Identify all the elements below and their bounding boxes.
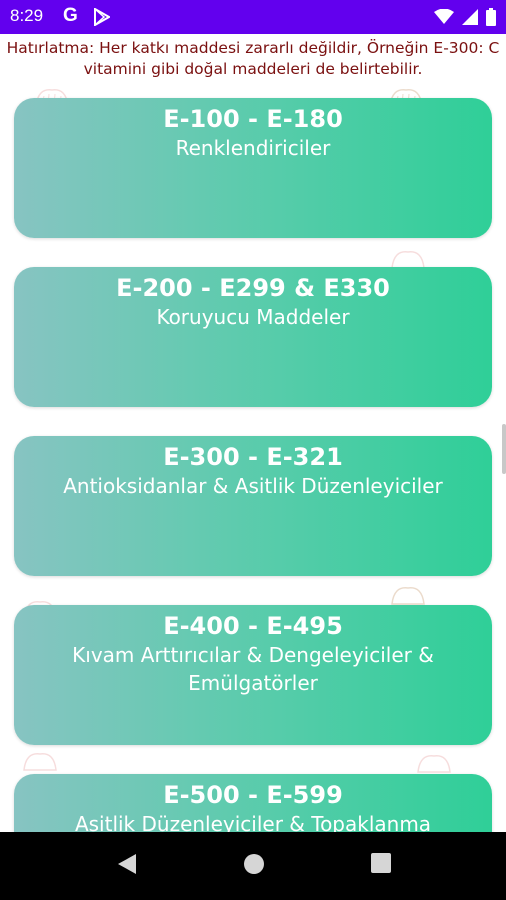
battery-icon	[486, 8, 496, 30]
category-list[interactable]: Hatırlatma: Her katkı maddesi zararlı de…	[0, 34, 506, 832]
google-icon: G	[63, 5, 78, 26]
wifi-icon	[434, 8, 454, 29]
category-range: E-100 - E-180	[163, 105, 343, 133]
category-label: Kıvam Arttırıcılar & Dengeleyiciler & Em…	[72, 643, 434, 695]
food-doodle-icon	[417, 755, 451, 773]
food-doodle-icon	[391, 587, 425, 605]
category-range: E-500 - E-599	[163, 781, 343, 809]
category-card-e100[interactable]: E-100 - E-180 Renklendiriciler	[14, 98, 492, 238]
category-range: E-400 - E-495	[163, 612, 343, 640]
category-label: Renklendiriciler	[175, 136, 331, 160]
play-store-icon	[94, 7, 112, 30]
food-doodle-icon	[23, 753, 57, 771]
category-card-e400[interactable]: E-400 - E-495 Kıvam Arttırıcılar & Denge…	[14, 605, 492, 745]
home-circle-icon[interactable]	[242, 852, 266, 880]
category-label: Asitlik Düzenleyiciler & Topaklanma	[74, 812, 432, 832]
signal-icon	[462, 9, 478, 29]
status-icons	[434, 8, 496, 30]
reminder-notice: Hatırlatma: Her katkı maddesi zararlı de…	[6, 39, 500, 78]
navigation-bar	[0, 832, 506, 900]
category-range: E-300 - E-321	[163, 443, 343, 471]
category-range: E-200 - E299 & E330	[116, 274, 390, 302]
recents-square-icon[interactable]	[370, 852, 392, 878]
category-label: Koruyucu Maddeler	[156, 305, 350, 329]
status-time: 8:29	[10, 6, 44, 25]
category-card-e200[interactable]: E-200 - E299 & E330 Koruyucu Maddeler	[14, 267, 492, 407]
category-card-e300[interactable]: E-300 - E-321 Antioksidanlar & Asitlik D…	[14, 436, 492, 576]
back-triangle-icon[interactable]	[116, 852, 138, 880]
category-label: Antioksidanlar & Asitlik Düzenleyiciler	[63, 474, 443, 498]
scrollbar[interactable]	[502, 424, 506, 474]
status-bar: 8:29 G	[0, 0, 506, 34]
category-card-e500[interactable]: E-500 - E-599 Asitlik Düzenleyiciler & T…	[14, 774, 492, 832]
